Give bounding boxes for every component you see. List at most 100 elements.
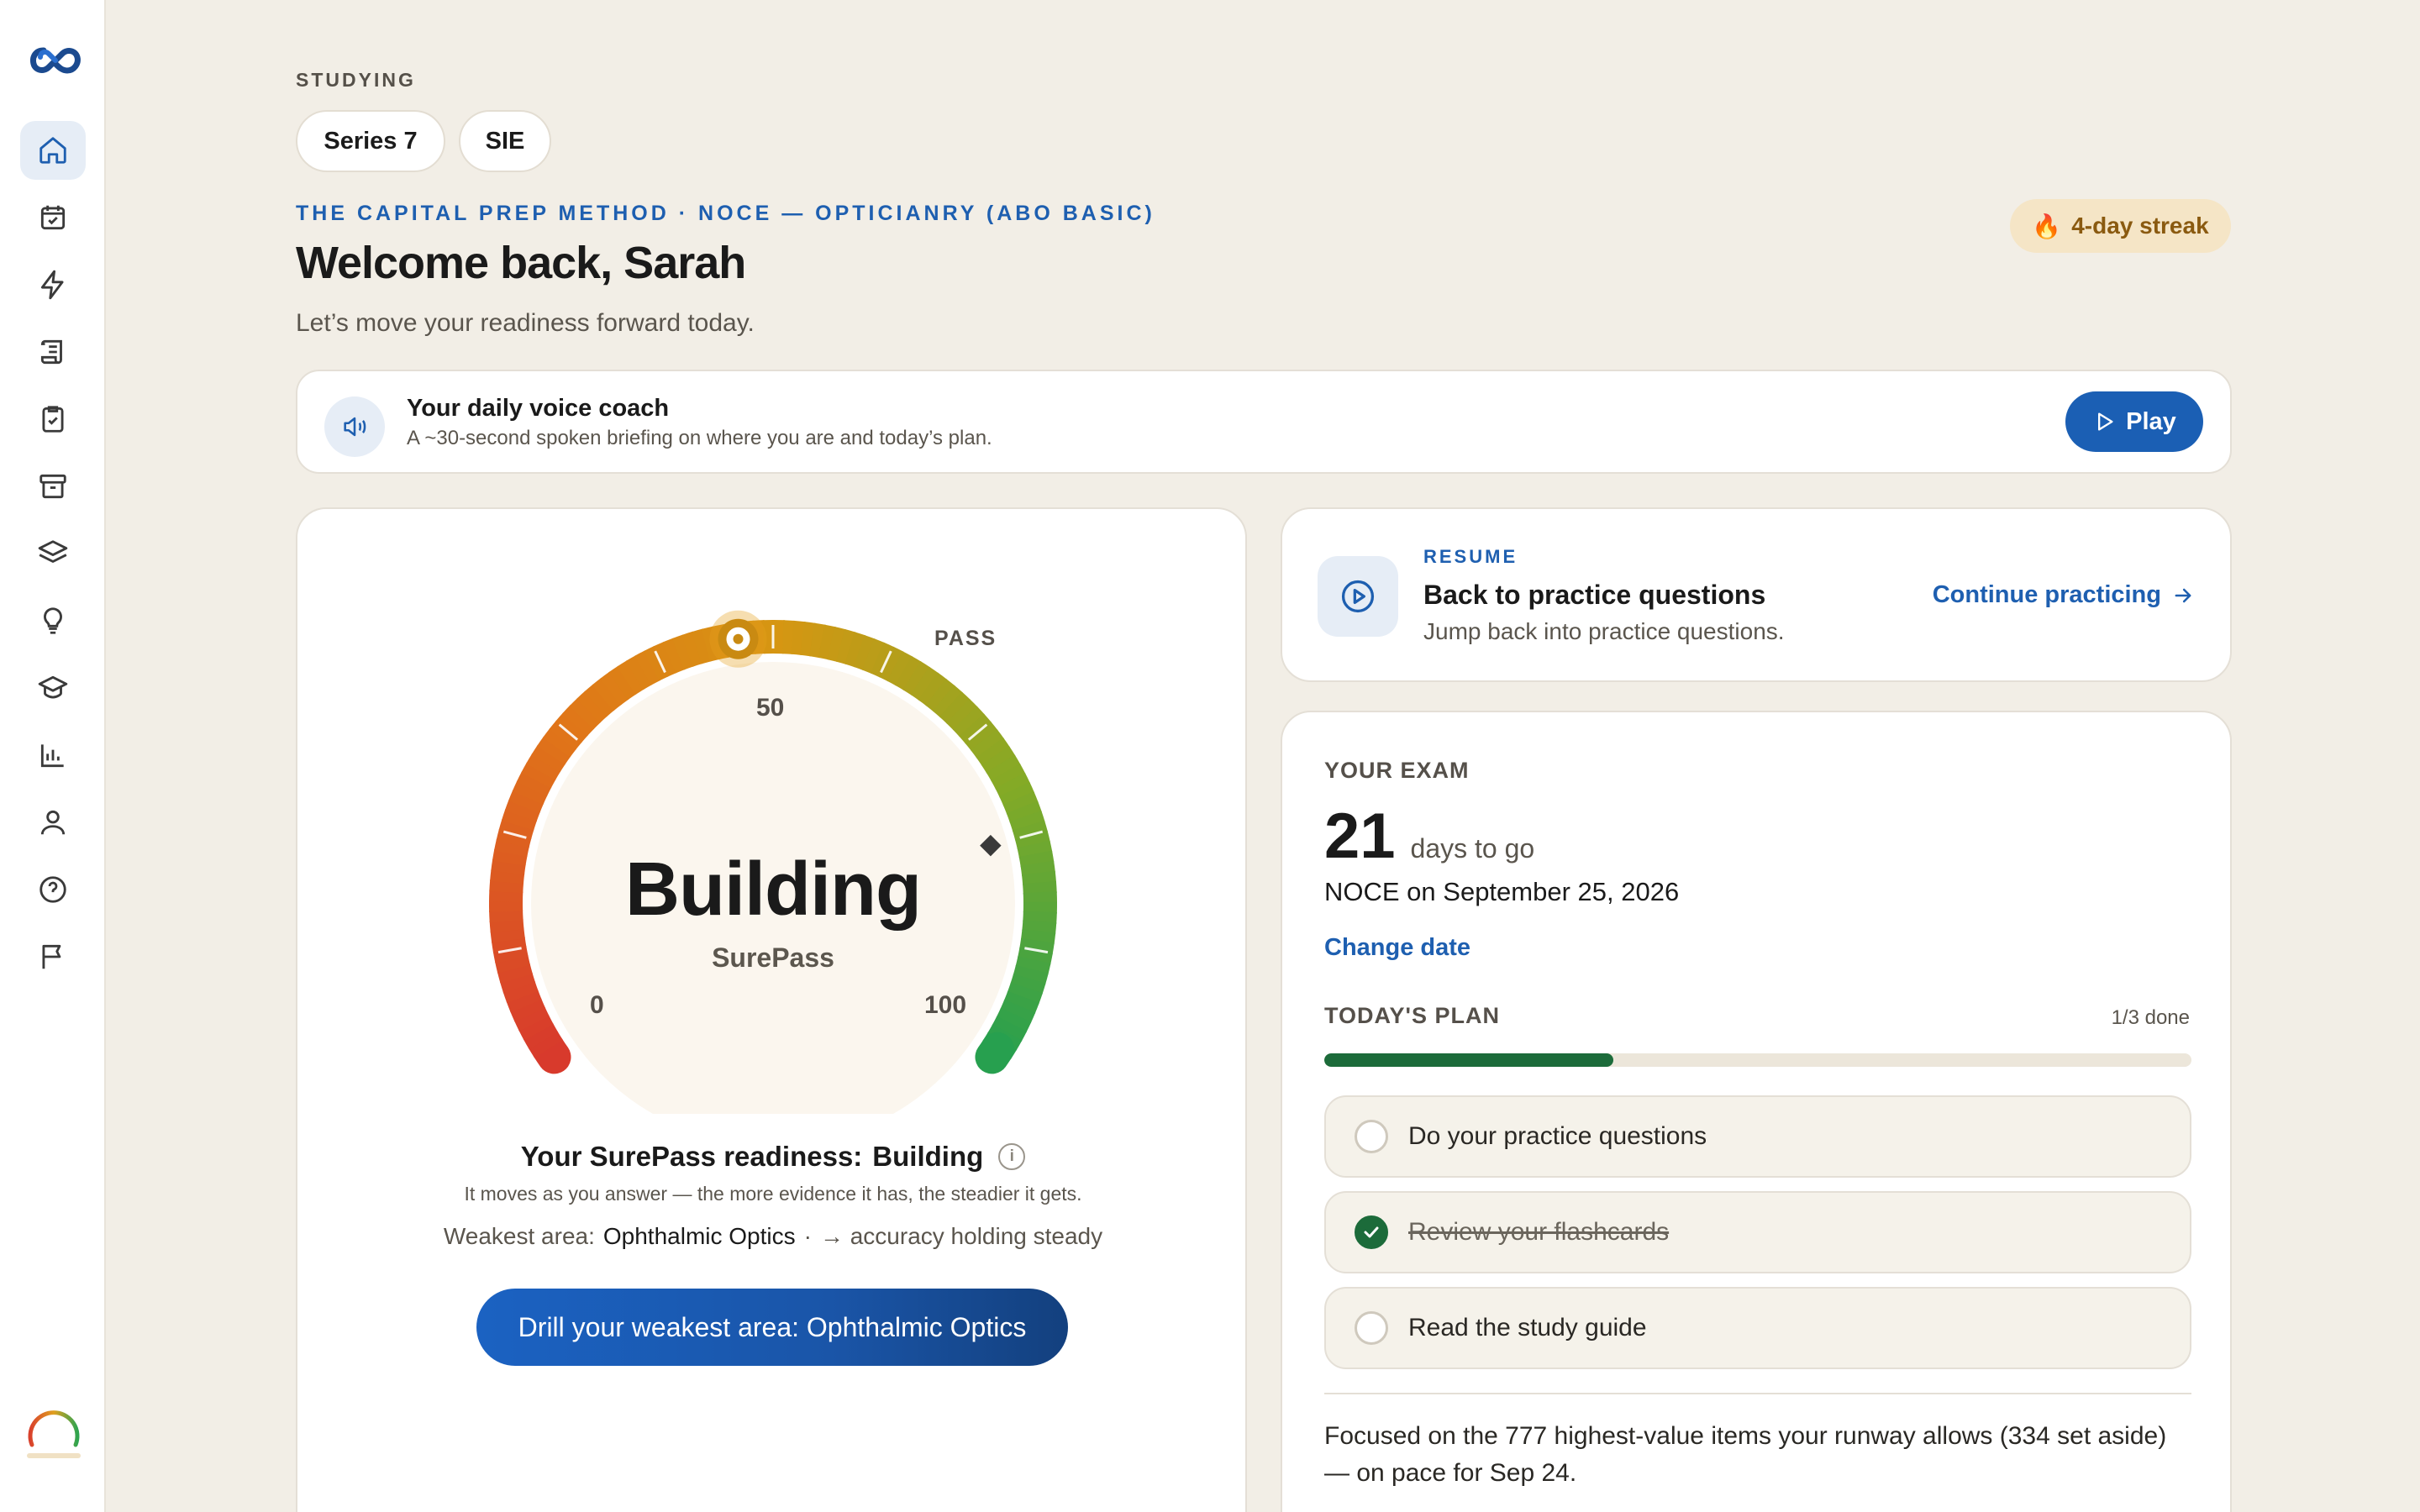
continue-practicing-link[interactable]: Continue practicing xyxy=(1933,581,2195,609)
gauge-arc-segment xyxy=(925,678,955,712)
exam-pill-series-7[interactable]: Series 7 xyxy=(296,110,445,172)
gauge-arc-segment xyxy=(531,744,566,773)
gauge-arc-segment xyxy=(523,1022,559,1050)
gauge-arc-segment xyxy=(995,772,1031,798)
resume-title: Back to practice questions xyxy=(1423,580,1766,610)
gauge-arc-segment xyxy=(1014,830,1050,850)
exam-eyebrow: YOUR EXAM xyxy=(1324,758,1470,783)
sidebar-item-calendar[interactable] xyxy=(20,188,86,247)
task-label: Read the study guide xyxy=(1408,1314,1647,1341)
gauge-arc-segment xyxy=(634,650,660,685)
gauge-arc-segment xyxy=(939,691,971,724)
voice-coach-card: Your daily voice coach A ~30-second spok… xyxy=(296,370,2232,474)
gauge-arc-segment xyxy=(809,622,826,659)
gauge-arc-segment xyxy=(1009,811,1045,832)
gauge-arc-segment xyxy=(625,654,653,690)
sidebar-item-home[interactable] xyxy=(20,121,86,180)
exam-pill-sie[interactable]: SIE xyxy=(459,110,551,172)
gauge-knob-dot xyxy=(733,633,744,644)
sidebar xyxy=(0,0,106,1512)
plan-task[interactable]: Review your flashcards xyxy=(1324,1191,2191,1273)
flag-icon xyxy=(42,944,61,969)
scroll-icon xyxy=(40,339,62,365)
check-icon xyxy=(1364,1226,1379,1238)
gauge-arc-segment xyxy=(918,672,948,706)
graduation-cap-icon xyxy=(38,675,68,699)
sidebar-item-analytics[interactable] xyxy=(20,726,86,785)
lightning-icon xyxy=(40,270,64,300)
gauge-arc-segment xyxy=(504,799,540,822)
sidebar-item-report[interactable] xyxy=(20,927,86,986)
sidebar-item-courses[interactable] xyxy=(20,659,86,717)
exam-date: NOCE on September 25, 2026 xyxy=(1324,877,1680,906)
gauge-pass-label: PASS xyxy=(934,627,997,650)
gauge-arc-segment xyxy=(542,727,576,758)
readiness-value: Building xyxy=(872,1141,984,1172)
change-date-link[interactable]: Change date xyxy=(1324,934,1470,962)
readiness-summary: Your SurePass readiness: Building i xyxy=(297,1141,1249,1173)
gauge-arc-segment xyxy=(965,721,998,752)
gauge-arc-segment xyxy=(878,646,904,682)
gauge-arc-segment xyxy=(1002,791,1039,815)
sidebar-item-flashcards[interactable] xyxy=(20,524,86,583)
gauge-arc-segment xyxy=(510,998,546,1022)
plan-task[interactable]: Do your practice questions xyxy=(1324,1095,2191,1178)
gauge-arc-segment xyxy=(501,809,538,831)
sidebar-item-practice-tests[interactable] xyxy=(20,390,86,449)
gauge-arc-segment xyxy=(895,655,922,691)
gauge-min-label: 0 xyxy=(590,991,604,1019)
plan-progress-fill xyxy=(1324,1053,1613,1067)
calendar-check-icon xyxy=(40,205,66,230)
weakest-separator: · xyxy=(803,1223,812,1249)
drill-weakest-button[interactable]: Drill your weakest area: Ophthalmic Opti… xyxy=(476,1289,1068,1366)
gauge-arc-segment xyxy=(569,697,602,730)
gauge-arc-segment xyxy=(971,729,1005,759)
play-icon xyxy=(2098,412,2113,431)
lightbulb-icon xyxy=(44,607,62,634)
gauge-arc-segment xyxy=(827,627,846,663)
days-countdown: 21 days to go xyxy=(1324,800,1534,873)
weakest-area-line: Weakest area: Ophthalmic Optics · → accu… xyxy=(297,1223,1249,1250)
gauge-arc-segment xyxy=(781,620,796,654)
sidebar-item-study-guide[interactable] xyxy=(20,323,86,381)
play-label: Play xyxy=(2126,407,2176,435)
task-checkbox[interactable] xyxy=(1355,1120,1388,1153)
voice-coach-subtitle: A ~30-second spoken briefing on where yo… xyxy=(407,427,992,449)
gauge-arc-segment xyxy=(555,712,588,743)
resume-card[interactable]: RESUME Back to practice questions Jump b… xyxy=(1281,507,2232,682)
days-text: days to go xyxy=(1410,833,1535,864)
gauge-arc-segment xyxy=(528,1031,563,1058)
weakest-prefix: Weakest area: xyxy=(443,1223,595,1249)
sidebar-item-archive[interactable] xyxy=(20,457,86,516)
task-checkbox[interactable] xyxy=(1355,1311,1388,1345)
task-checkbox-checked[interactable] xyxy=(1355,1215,1388,1249)
gauge-status-word: Building xyxy=(625,848,922,932)
gauge-arc-segment xyxy=(536,736,571,765)
sidebar-item-help[interactable] xyxy=(20,860,86,919)
voice-coach-title: Your daily voice coach xyxy=(407,395,670,422)
info-icon[interactable]: i xyxy=(998,1143,1026,1170)
sidebar-item-quick-drill[interactable] xyxy=(20,255,86,314)
play-button[interactable]: Play xyxy=(2065,391,2203,452)
readiness-gauge xyxy=(489,610,1057,1114)
readiness-note: It moves as you answer — the more eviden… xyxy=(464,1183,1082,1205)
gauge-arc-segment xyxy=(800,622,816,657)
gauge-arc-segment xyxy=(531,1031,571,1074)
plan-count: 1/3 done xyxy=(2111,1006,2190,1029)
gauge-arc-segment xyxy=(952,706,986,738)
sidebar-item-profile[interactable] xyxy=(20,793,86,852)
infinity-logo[interactable] xyxy=(30,45,81,76)
mini-readiness-gauge[interactable] xyxy=(24,1406,84,1460)
gauge-arc-segment xyxy=(1010,974,1046,995)
weakest-area-name: Ophthalmic Optics xyxy=(602,1223,796,1249)
continue-practicing-label: Continue practicing xyxy=(1932,581,2161,608)
gauge-arc-segment xyxy=(946,698,978,731)
question-circle-icon xyxy=(39,876,66,903)
gauge-arc-segment xyxy=(1006,801,1042,823)
gauge-mid-label: 50 xyxy=(756,694,785,722)
gauge-arc-segment xyxy=(498,818,534,839)
gauge-arc-segment xyxy=(886,651,913,686)
plan-task[interactable]: Read the study guide xyxy=(1324,1287,2191,1369)
sidebar-item-tips[interactable] xyxy=(20,591,86,650)
gauge-arc-segment xyxy=(502,981,539,1003)
